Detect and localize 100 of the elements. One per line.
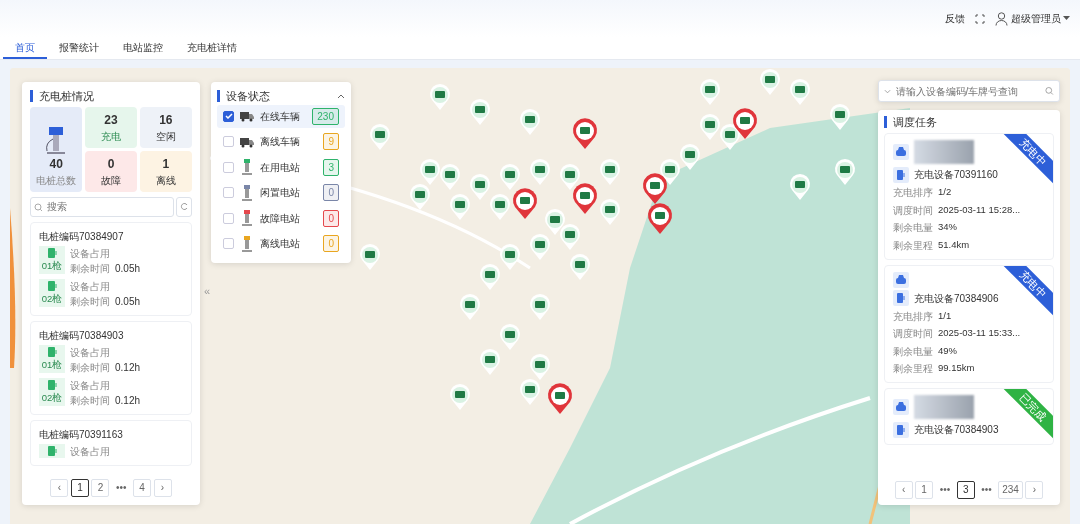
vehicle-pin-icon[interactable] xyxy=(530,354,550,380)
count-badge: 0 xyxy=(323,184,339,201)
vehicle-pin-icon[interactable] xyxy=(500,164,520,190)
pile-code: 电桩编码70391163 xyxy=(39,427,124,442)
status-row[interactable]: 在线车辆 230 xyxy=(217,104,345,128)
vehicle-pin-icon[interactable] xyxy=(500,244,520,270)
vehicle-pin-icon[interactable] xyxy=(480,349,500,375)
checkbox[interactable] xyxy=(223,110,234,122)
pile-code: 电桩编码70384903 xyxy=(39,328,125,343)
charger-icon xyxy=(893,166,909,183)
vehicle-pin-icon[interactable] xyxy=(360,244,380,270)
status-row[interactable]: 在用电站 3 xyxy=(217,155,345,179)
page-button[interactable]: 3 xyxy=(956,481,975,499)
vehicle-pin-icon[interactable] xyxy=(680,144,700,170)
vehicle-pin-icon[interactable] xyxy=(830,104,850,130)
vehicle-pin-icon[interactable] xyxy=(440,164,460,190)
vehicle-pin-icon[interactable] xyxy=(420,159,440,185)
feedback-link[interactable]: 反馈 xyxy=(945,11,965,26)
status-row[interactable]: 离线车辆 9 xyxy=(217,130,345,153)
vehicle-pin-icon[interactable] xyxy=(560,224,580,250)
page-button[interactable]: 1 xyxy=(915,481,934,499)
alarm-pin-icon[interactable] xyxy=(573,118,597,149)
vehicle-pin-icon[interactable] xyxy=(470,99,490,125)
vehicle-pin-icon[interactable] xyxy=(600,159,620,185)
alarm-pin-icon[interactable] xyxy=(548,383,572,414)
vehicle-pin-icon[interactable] xyxy=(460,294,480,320)
chevron-icon[interactable] xyxy=(337,92,345,100)
vehicle-pin-icon[interactable] xyxy=(790,79,810,105)
gun-status: 设备占用 xyxy=(70,247,111,261)
status-row[interactable]: 故障电站 0 xyxy=(217,206,345,230)
next-page-button[interactable]: › xyxy=(153,479,172,497)
user-name[interactable]: 超级管理员 xyxy=(1010,11,1061,26)
vehicle-pin-icon[interactable] xyxy=(500,324,520,350)
alarm-pin-icon[interactable] xyxy=(573,183,597,214)
nav-tab[interactable]: 电站监控 xyxy=(110,37,175,59)
task-card[interactable]: 已完成 充电设备70384903 xyxy=(884,388,1054,445)
page-button[interactable]: 1 xyxy=(71,479,89,497)
alarm-pin-icon[interactable] xyxy=(733,108,757,139)
vehicle-pin-icon[interactable] xyxy=(530,159,550,185)
pile-card[interactable]: 电桩编码70384907 01枪 设备占用 剩余时间 0.05h 02枪 设备占用 剩余时间 0.05h xyxy=(30,221,192,316)
vehicle-pin-icon[interactable] xyxy=(490,194,510,220)
stat-label: 故障 xyxy=(101,174,121,186)
vehicle-pin-icon[interactable] xyxy=(470,174,490,200)
vehicle-pin-icon[interactable] xyxy=(530,234,550,260)
remain-label: 剩余时间 xyxy=(70,262,110,276)
stat-label: 空闲 xyxy=(155,131,176,142)
vehicle-pin-icon[interactable] xyxy=(450,384,470,410)
fullscreen-icon[interactable] xyxy=(975,13,985,24)
field-value: 34% xyxy=(938,220,957,234)
vehicle-pin-icon[interactable] xyxy=(700,114,720,140)
count-badge: 0 xyxy=(323,209,339,227)
vehicle-pin-icon[interactable] xyxy=(570,254,590,280)
device-name: 充电设备70384903 xyxy=(914,423,999,437)
field-label: 剩余里程 xyxy=(893,362,933,376)
vehicle-pin-icon[interactable] xyxy=(480,264,500,290)
previous-page-button[interactable]: ‹ xyxy=(50,479,69,497)
page-button[interactable]: 2 xyxy=(91,479,110,497)
remain-value: 0.05h xyxy=(115,262,141,276)
remain-label: 剩余时间 xyxy=(70,393,110,408)
stat-count: 16 xyxy=(158,112,174,129)
charger-icon xyxy=(893,290,909,306)
vehicle-pin-icon[interactable] xyxy=(520,379,540,405)
task-card[interactable]: 充电中 充电设备70384906 充电排序 1/1 调度时间 2025-03-11 15:33... 剩余电量 49% 剩余里程 99.15km xyxy=(884,264,1054,383)
vehicle-pin-icon[interactable] xyxy=(835,159,855,185)
nav-tab[interactable]: 充电桩详情 xyxy=(174,37,249,59)
previous-page-button[interactable]: ‹ xyxy=(894,481,913,499)
vehicle-pin-icon[interactable] xyxy=(520,109,540,135)
nav-tab[interactable]: 报警统计 xyxy=(46,37,111,59)
vehicle-pin-icon[interactable] xyxy=(720,124,740,150)
page-button[interactable]: 4 xyxy=(133,479,151,497)
vehicle-pin-icon[interactable] xyxy=(450,194,470,220)
status-row[interactable]: 离线电站 0 xyxy=(217,232,345,255)
caret-icon[interactable] xyxy=(1063,16,1070,21)
pile-card[interactable]: 电桩编码70384903 01枪 设备占用 剩余时间 0.12h 02枪 设备占用 剩余时间 0.12h xyxy=(30,320,192,415)
vehicle-pin-icon[interactable] xyxy=(530,294,550,320)
vehicle-pin-icon[interactable] xyxy=(700,79,720,105)
alarm-pin-icon[interactable] xyxy=(513,188,537,219)
next-page-button[interactable]: › xyxy=(1025,481,1044,499)
vehicle-pin-icon[interactable] xyxy=(410,184,430,210)
vehicle-pin-icon[interactable] xyxy=(790,174,810,200)
field-label: 剩余电量 xyxy=(893,221,933,235)
vehicle-pin-icon[interactable] xyxy=(760,69,780,95)
pile-card[interactable]: 电桩编码70391163 设备占用 xyxy=(30,419,192,466)
search-field[interactable]: 搜索 xyxy=(30,196,174,217)
gun-status: 设备占用 xyxy=(70,378,111,393)
count-badge: 230 xyxy=(312,107,339,125)
vehicle-pin-icon[interactable] xyxy=(560,164,580,190)
vehicle-pin-icon[interactable] xyxy=(545,209,565,235)
alarm-pin-icon[interactable] xyxy=(648,203,672,234)
count-badge: 0 xyxy=(323,235,339,252)
status-row[interactable]: 闲置电站 0 xyxy=(217,181,345,204)
car-icon xyxy=(893,271,909,288)
vehicle-pin-icon[interactable] xyxy=(370,124,390,150)
page-button[interactable]: 234 xyxy=(998,481,1023,499)
alarm-pin-icon[interactable] xyxy=(643,173,667,204)
vehicle-pin-icon[interactable] xyxy=(430,84,450,110)
vehicle-pin-icon[interactable] xyxy=(600,199,620,225)
nav-tab[interactable]: 首页 xyxy=(2,37,47,59)
task-card[interactable]: 充电中 充电设备70391160 充电排序 1/2 调度时间 2025-03-11 15:28... 剩余电量 34% 剩余里程 51.4km xyxy=(884,133,1054,260)
field-value: 1/1 xyxy=(938,308,952,323)
